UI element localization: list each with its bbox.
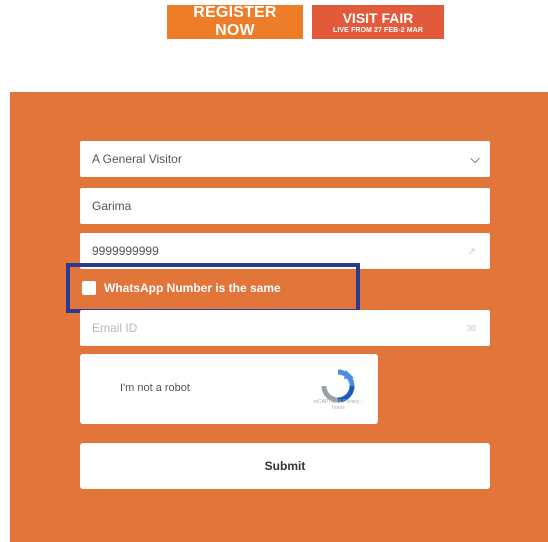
whatsapp-label: WhatsApp Number is the same: [104, 281, 281, 295]
visit-fair-label: VISIT FAIR: [342, 9, 414, 26]
submit-button[interactable]: Submit: [80, 443, 490, 489]
phone-icon: ↗: [466, 245, 476, 258]
name-value: Garima: [92, 199, 132, 213]
top-buttons: REGISTER NOW VISIT FAIR LIVE FROM 27 FEB…: [0, 0, 548, 60]
name-field[interactable]: Garima: [80, 188, 490, 224]
whatsapp-checkbox[interactable]: [82, 281, 96, 295]
recaptcha-label: I'm not a robot: [120, 382, 190, 394]
email-placeholder: Email ID: [92, 321, 138, 335]
visit-fair-dates: LIVE FROM 27 FEB-2 MAR: [332, 26, 424, 34]
visitor-type-value: A General Visitor: [92, 152, 182, 166]
email-icon: ✉: [466, 322, 476, 335]
register-now-button[interactable]: REGISTER NOW: [167, 4, 303, 39]
whatsapp-checkbox-row: WhatsApp Number is the same: [66, 263, 360, 313]
recaptcha-privacy: reCAPTCHA Privacy - Terms: [313, 399, 363, 411]
email-field[interactable]: Email ID ✉: [80, 310, 490, 346]
visit-fair-button[interactable]: VISIT FAIR LIVE FROM 27 FEB-2 MAR: [312, 5, 444, 39]
chevron-down-icon: ⌵: [470, 151, 480, 166]
phone-value: 9999999999: [92, 244, 159, 258]
recaptcha-widget[interactable]: I'm not a robot reCAPTCHA Privacy - Term…: [80, 354, 378, 424]
visitor-type-select[interactable]: A General Visitor ⌵: [80, 141, 490, 177]
